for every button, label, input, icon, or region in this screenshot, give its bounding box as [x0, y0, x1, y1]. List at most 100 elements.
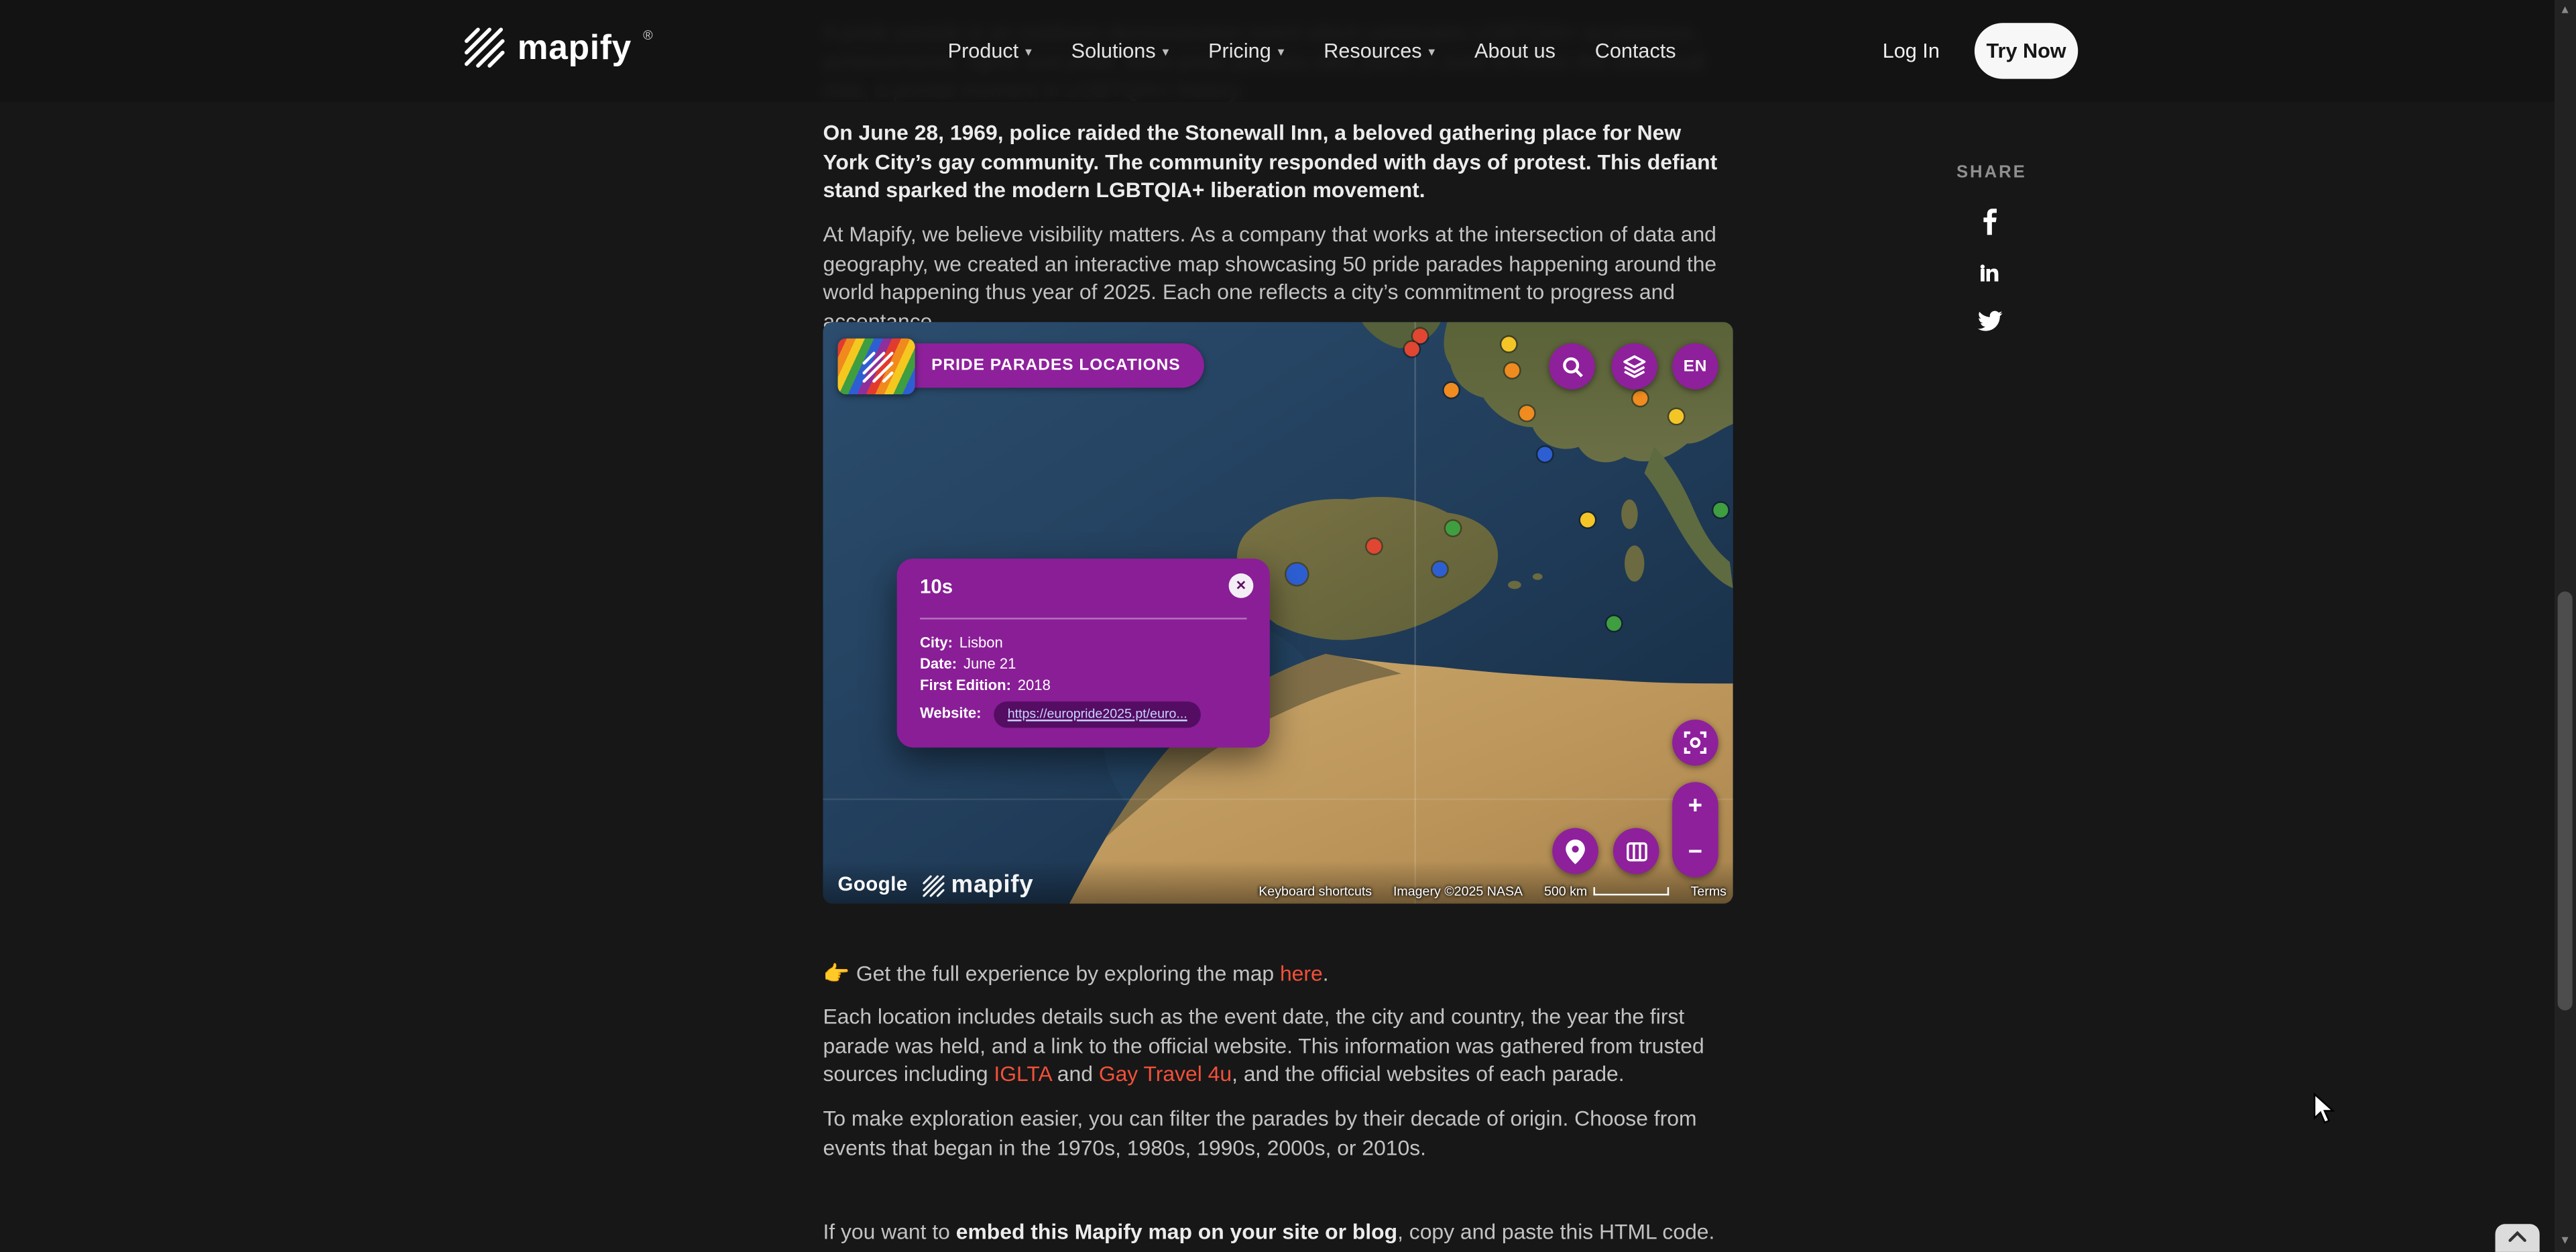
logo-text: mapify [518, 25, 632, 74]
map-capture-button[interactable] [1672, 720, 1718, 766]
chevron-down-icon: ▾ [1428, 44, 1435, 59]
popup-row-first-edition: First Edition:2018 [920, 676, 1253, 697]
nav-item-resources[interactable]: Resources ▾ [1324, 40, 1435, 62]
capture-icon [1684, 731, 1706, 754]
nav-label: About us [1474, 40, 1556, 62]
nav-item-about-us[interactable]: About us [1474, 40, 1556, 62]
website-link[interactable]: https://europride2025.pt/euro... [1008, 707, 1187, 722]
scrollbar-down-arrow[interactable]: ▼ [2555, 1231, 2576, 1252]
map-marker[interactable] [1431, 561, 1446, 576]
keyboard-shortcuts-link[interactable]: Keyboard shortcuts [1258, 884, 1372, 899]
embed-paragraph: If you want to embed this Mapify map on … [823, 1217, 1731, 1246]
details-paragraph: Each location includes details such as t… [823, 1003, 1731, 1089]
location-pin-icon [1566, 839, 1585, 864]
field-value: 2018 [1018, 677, 1051, 693]
scroll-to-top-button[interactable] [2496, 1224, 2540, 1252]
zoom-in-button[interactable]: + [1688, 787, 1702, 827]
map-icon [1625, 840, 1647, 862]
map-language-button[interactable]: EN [1672, 343, 1718, 390]
popup-row-date: Date: June 21 [920, 655, 1253, 676]
map-marker[interactable] [1404, 341, 1419, 355]
map-popup-lisbon: 10s ✕ City:Lisbon Date: June 21 First Edi… [897, 559, 1270, 748]
popup-row-city: City:Lisbon [920, 632, 1253, 654]
map-search-button[interactable] [1549, 343, 1595, 390]
field-label: Website: [920, 703, 981, 725]
cta-line: 👉Get the full experience by exploring th… [823, 960, 1731, 988]
nav-item-contacts[interactable]: Contacts [1595, 40, 1676, 62]
linkedin-icon [1978, 262, 2001, 284]
pride-map-embed[interactable]: PRIDE PARADES LOCATIONS EN + − [823, 322, 1733, 903]
details-text: , and the official websites of each para… [1232, 1062, 1625, 1086]
pointing-hand-icon: 👉 [823, 961, 850, 986]
site-header: mapify ® Product ▾ Solutions ▾ Pricing ▾… [0, 0, 2576, 102]
map-marker[interactable] [1632, 390, 1647, 405]
scale-label: 500 km [1544, 884, 1587, 899]
map-marker[interactable] [1445, 520, 1460, 534]
map-marker[interactable] [1366, 538, 1381, 553]
nav-item-solutions[interactable]: Solutions ▾ [1071, 40, 1169, 62]
nav-label: Contacts [1595, 40, 1676, 62]
popup-fields: City:Lisbon Date: June 21 First Edition:2… [920, 632, 1253, 728]
map-type-button[interactable] [1613, 828, 1659, 874]
cta-period: . [1323, 961, 1329, 986]
map-marker[interactable] [1443, 382, 1458, 397]
mapify-badge-icon [860, 350, 893, 383]
mouse-cursor [2313, 1092, 2336, 1125]
layers-icon [1623, 355, 1646, 378]
chevron-down-icon: ▾ [1025, 44, 1032, 59]
map-marker[interactable] [1412, 328, 1427, 343]
embed-text: , copy and paste this HTML code. [1397, 1219, 1714, 1244]
map-marker[interactable] [1668, 408, 1683, 423]
popup-title: 10s [920, 575, 953, 598]
map-marker[interactable] [1504, 362, 1519, 377]
map-layers-button[interactable] [1611, 343, 1657, 390]
logo-registered-mark: ® [643, 28, 652, 43]
filter-paragraph: To make exploration easier, you can filt… [823, 1104, 1731, 1161]
field-label: City: [920, 634, 953, 651]
popup-close-button[interactable]: ✕ [1229, 573, 1254, 598]
map-marker[interactable] [1712, 502, 1727, 516]
zoom-out-button[interactable]: − [1688, 833, 1702, 872]
watermark-text: mapify [951, 871, 1034, 899]
share-linkedin-button[interactable] [1956, 262, 2022, 284]
nav-item-product[interactable]: Product ▾ [948, 40, 1032, 62]
viewport: A pride parade is an outdoors demonstrat… [0, 0, 2576, 1252]
imagery-credit: Imagery ©2025 NASA [1393, 884, 1523, 899]
iglta-link[interactable]: IGLTA [994, 1062, 1051, 1086]
search-icon [1562, 355, 1583, 377]
nav-item-pricing[interactable]: Pricing ▾ [1208, 40, 1284, 62]
map-scale: 500 km [1544, 884, 1670, 899]
map-marker[interactable] [1606, 616, 1621, 630]
share-label: SHARE [1956, 163, 2022, 182]
map-marker[interactable] [1501, 336, 1515, 351]
google-logo[interactable]: Google [838, 872, 908, 895]
login-link[interactable]: Log In [1883, 40, 1940, 62]
mapify-paragraph: At Mapify, we believe visibility matters… [823, 220, 1731, 335]
chevron-down-icon: ▾ [1162, 44, 1169, 59]
try-now-button[interactable]: Try Now [1975, 23, 2078, 78]
field-value: June 21 [963, 656, 1016, 673]
share-facebook-button[interactable] [1956, 209, 2022, 235]
map-marker[interactable] [1537, 446, 1552, 461]
map-marker[interactable] [1580, 512, 1594, 526]
terms-link[interactable]: Terms [1691, 884, 1726, 899]
stonewall-paragraph: On June 28, 1969, police raided the Ston… [823, 118, 1731, 205]
chevron-down-icon: ▾ [1278, 44, 1285, 59]
share-twitter-button[interactable] [1956, 310, 2022, 332]
map-title-pill: PRIDE PARADES LOCATIONS [912, 343, 1204, 388]
close-icon: ✕ [1236, 578, 1246, 593]
explore-map-link[interactable]: here [1280, 961, 1323, 986]
rainbow-mapify-badge[interactable] [838, 339, 915, 394]
mapify-logo[interactable]: mapify ® [461, 25, 652, 77]
map-marker[interactable] [1285, 563, 1307, 584]
map-marker[interactable] [1519, 405, 1533, 420]
scale-bar [1594, 887, 1670, 895]
map-location-button[interactable] [1552, 828, 1598, 874]
field-label: Date: [920, 656, 957, 673]
scrollbar-thumb[interactable] [2558, 591, 2573, 1011]
map-zoom-control: + − [1672, 782, 1718, 877]
page-scrollbar[interactable]: ▲ ▼ [2555, 0, 2576, 1252]
scrollbar-up-arrow[interactable]: ▲ [2555, 0, 2576, 21]
gay-travel-4u-link[interactable]: Gay Travel 4u [1099, 1062, 1232, 1086]
twitter-icon [1977, 310, 2002, 332]
